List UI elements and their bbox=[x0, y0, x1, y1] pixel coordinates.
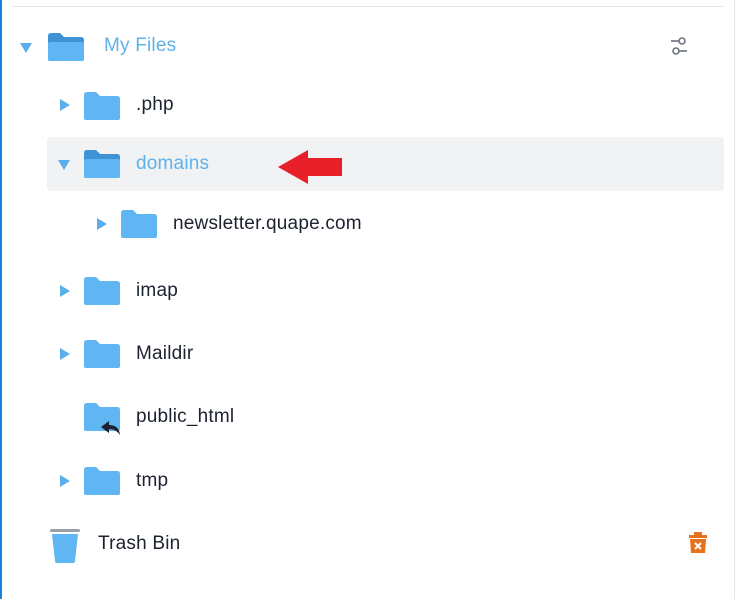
tree-item-maildir[interactable]: Maildir bbox=[0, 327, 735, 381]
tree-item-label[interactable]: Maildir bbox=[136, 343, 193, 365]
tree-item-label[interactable]: .php bbox=[136, 94, 174, 116]
chevron-down-icon[interactable] bbox=[58, 160, 70, 170]
tree-root-my-files[interactable]: My Files bbox=[0, 19, 735, 73]
chevron-down-icon[interactable] bbox=[20, 43, 32, 53]
tree-item-domains[interactable]: domains bbox=[0, 137, 735, 191]
tree-item-tmp[interactable]: tmp bbox=[0, 454, 735, 508]
tree-item-label[interactable]: imap bbox=[136, 280, 178, 302]
tree-item-label[interactable]: newsletter.quape.com bbox=[173, 213, 362, 235]
chevron-right-icon[interactable] bbox=[60, 285, 70, 297]
folder-icon bbox=[121, 210, 157, 238]
tree-item-label[interactable]: public_html bbox=[136, 406, 234, 428]
tree-item-trash-bin[interactable]: Trash Bin bbox=[0, 517, 735, 571]
chevron-right-icon[interactable] bbox=[60, 99, 70, 111]
red-arrow-icon bbox=[278, 150, 342, 184]
folder-icon bbox=[84, 92, 120, 120]
trash-bin-icon bbox=[50, 529, 80, 563]
folder-symlink-icon bbox=[84, 403, 120, 435]
tree-item-newsletter[interactable]: newsletter.quape.com bbox=[0, 197, 735, 251]
empty-trash-icon[interactable] bbox=[688, 532, 708, 554]
chevron-right-icon[interactable] bbox=[60, 348, 70, 360]
tree-root-label[interactable]: My Files bbox=[104, 35, 176, 57]
tree-item-imap[interactable]: imap bbox=[0, 264, 735, 318]
folder-icon bbox=[84, 467, 120, 495]
tree-item-label[interactable]: domains bbox=[136, 153, 209, 175]
folder-icon bbox=[84, 277, 120, 305]
tree-item-label[interactable]: tmp bbox=[136, 470, 168, 492]
folder-open-icon bbox=[48, 33, 84, 61]
chevron-right-icon[interactable] bbox=[60, 475, 70, 487]
settings-icon[interactable] bbox=[668, 35, 690, 57]
tree-item-php[interactable]: .php bbox=[0, 78, 735, 132]
tree-item-public-html[interactable]: public_html bbox=[0, 390, 735, 444]
trash-bin-label[interactable]: Trash Bin bbox=[98, 533, 180, 555]
top-divider bbox=[12, 6, 724, 7]
folder-open-icon bbox=[84, 150, 120, 178]
folder-icon bbox=[84, 340, 120, 368]
chevron-right-icon[interactable] bbox=[97, 218, 107, 230]
